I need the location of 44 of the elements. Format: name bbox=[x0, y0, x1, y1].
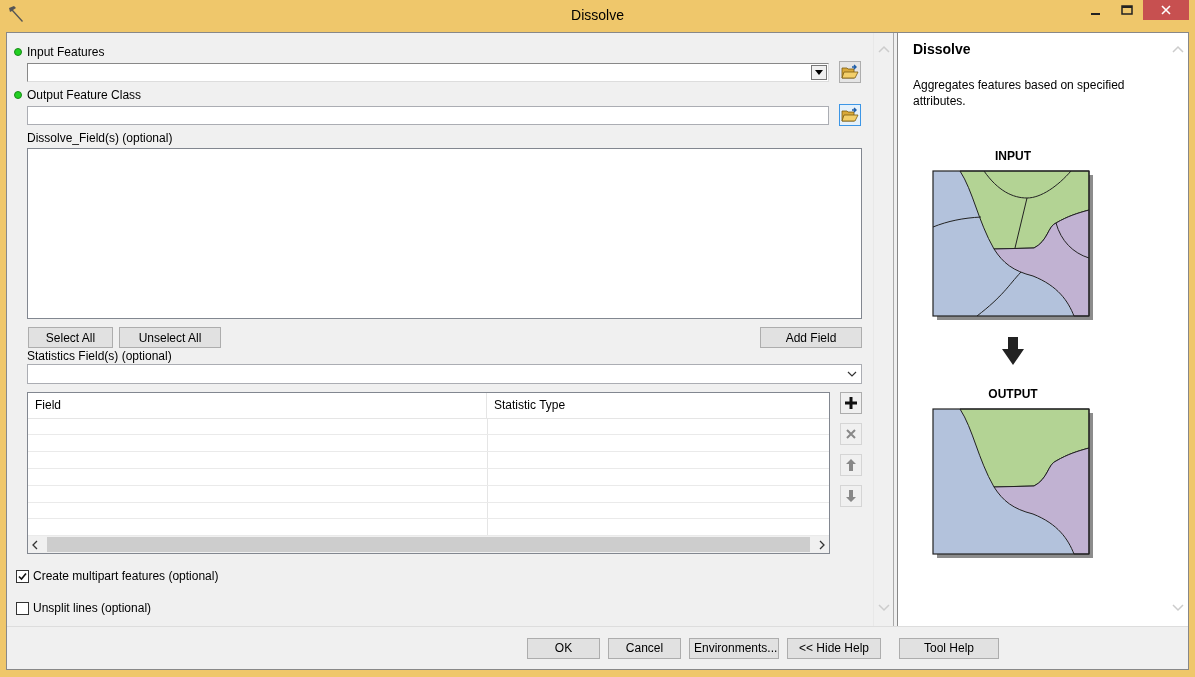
browse-folder-button[interactable] bbox=[839, 104, 861, 126]
browse-folder-button[interactable] bbox=[839, 61, 861, 83]
down-arrow-icon bbox=[1002, 337, 1024, 365]
checkmark-icon bbox=[17, 570, 28, 582]
add-field-button[interactable]: Add Field bbox=[760, 327, 862, 348]
diagram-label: OUTPUT bbox=[988, 387, 1038, 401]
diagram-label: INPUT bbox=[995, 149, 1031, 163]
checkbox[interactable] bbox=[16, 601, 29, 615]
field-label: Output Feature Class bbox=[27, 88, 142, 102]
maximize-icon bbox=[1121, 5, 1133, 15]
help-description: Aggregates features based on specified attributes. bbox=[913, 77, 1126, 109]
x-icon bbox=[845, 428, 857, 440]
dialog-button[interactable]: Environments... bbox=[689, 637, 779, 659]
statistics-fields-dropdown[interactable] bbox=[27, 364, 862, 384]
column-header[interactable]: Field bbox=[28, 393, 487, 418]
hammer-icon bbox=[6, 4, 26, 24]
field-label: Statistics Field(s) (optional) bbox=[27, 349, 172, 363]
close-icon bbox=[1160, 4, 1172, 16]
down-arrow-icon bbox=[845, 489, 857, 503]
checkbox-label: Unsplit lines (optional) bbox=[33, 601, 152, 615]
checkbox[interactable] bbox=[16, 569, 29, 583]
chevron-up-icon[interactable] bbox=[1172, 45, 1184, 53]
field-label: Input Features bbox=[27, 45, 105, 59]
chevron-down-icon[interactable] bbox=[1172, 604, 1184, 612]
plus-icon bbox=[844, 396, 858, 410]
minimize-icon bbox=[1090, 13, 1100, 15]
output-feature-class-field[interactable] bbox=[27, 105, 829, 125]
dialog-button[interactable]: Cancel bbox=[608, 637, 681, 659]
field-select-button[interactable]: Select All bbox=[28, 327, 113, 348]
horizontal-scrollbar[interactable] bbox=[28, 536, 829, 554]
input-features-dropdown[interactable] bbox=[27, 62, 829, 82]
field-select-button[interactable]: Unselect All bbox=[119, 327, 221, 348]
chevron-down-icon bbox=[847, 371, 857, 377]
dialog-button[interactable]: OK bbox=[527, 637, 600, 659]
dialog-button[interactable]: << Hide Help bbox=[787, 637, 881, 659]
window-title: Dissolve bbox=[571, 7, 624, 23]
checkbox-label: Create multipart features (optional) bbox=[33, 569, 219, 583]
tool-help-button[interactable]: Tool Help bbox=[899, 637, 999, 659]
dissolve-fields-list[interactable] bbox=[27, 148, 862, 319]
up-arrow-icon bbox=[845, 458, 857, 472]
help-title: Dissolve bbox=[913, 41, 972, 59]
column-header[interactable]: Statistic Type bbox=[487, 393, 829, 418]
add-row-button[interactable] bbox=[840, 392, 862, 414]
field-label: Dissolve_Field(s) (optional) bbox=[27, 131, 173, 145]
